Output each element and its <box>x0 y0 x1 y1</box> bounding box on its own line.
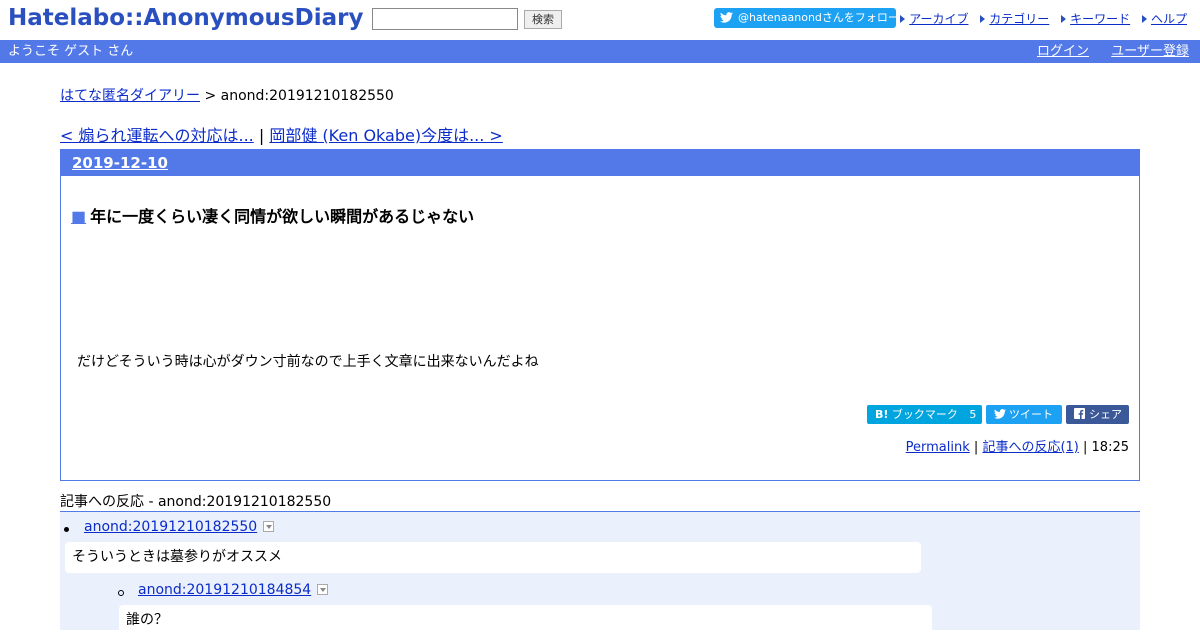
entry-meta: Permalink | 記事への反応(1) | 18:25 <box>906 436 1129 455</box>
triangle-icon <box>900 15 906 23</box>
follow-label: @hatenaanondさんをフォロー <box>738 11 899 24</box>
triangle-icon <box>980 15 986 23</box>
entry-time: 18:25 <box>1091 440 1129 455</box>
hatena-bookmark-count: 5 <box>969 408 977 421</box>
entry-body: だけどそういう時は心がダウン寸前なので上手く文章に出来ないんだよね <box>77 354 539 370</box>
register-link[interactable]: ユーザー登録 <box>1111 40 1189 63</box>
breadcrumb-home-link[interactable]: はてな匿名ダイアリー <box>60 88 200 104</box>
article-box: 2019-12-10 ■ 年に一度くらい凄く同情が欲しい瞬間があるじゃない だけど… <box>60 149 1140 481</box>
tweet-label: ツイート <box>1009 408 1053 421</box>
entry-navigation: < 煽られ運転への対応は... | 岡部健 (Ken Okabe)今度は... … <box>60 122 503 146</box>
category-link[interactable]: カテゴリー <box>989 12 1049 26</box>
hatena-bookmark-button[interactable]: B! ブックマーク 5 <box>867 405 982 424</box>
facebook-icon <box>1074 408 1085 419</box>
reaction-id-link[interactable]: anond:20191210184854 <box>138 582 311 598</box>
meta-separator: | <box>973 440 979 455</box>
reaction-id-link[interactable]: anond:20191210182550 <box>84 519 257 535</box>
breadcrumb: はてな匿名ダイアリー > anond:20191210182550 <box>60 85 394 105</box>
top-links: アーカイブ カテゴリー キーワード ヘルプ <box>892 10 1187 27</box>
breadcrumb-current: anond:20191210182550 <box>220 88 394 104</box>
triangle-icon <box>1141 15 1147 23</box>
facebook-share-label: シェア <box>1089 408 1122 421</box>
reactions-count-link[interactable]: 記事への反応(1) <box>982 440 1078 455</box>
hatena-bookmark-label: ブックマーク <box>891 408 958 421</box>
title-marker-link[interactable]: ■ <box>71 207 86 226</box>
reactions-heading: 記事への反応 - anond:20191210182550 <box>60 494 332 510</box>
list-bullet <box>64 527 69 532</box>
date-bar: 2019-12-10 <box>61 150 1139 176</box>
entry-title: ■ 年に一度くらい凄く同情が欲しい瞬間があるじゃない <box>71 203 474 227</box>
facebook-share-button[interactable]: シェア <box>1066 405 1129 424</box>
nav-divider: | <box>258 126 265 145</box>
triangle-icon <box>1061 15 1067 23</box>
permalink-link[interactable]: Permalink <box>906 440 970 455</box>
search-button[interactable]: 検索 <box>524 10 562 29</box>
meta-separator: | <box>1083 440 1088 455</box>
archive-link[interactable]: アーカイブ <box>909 12 968 26</box>
chevron-down-icon[interactable] <box>317 584 329 595</box>
prev-entry-link[interactable]: < 煽られ運転への対応は... <box>60 126 254 145</box>
top-bar: Hatelabo::AnonymousDiary 検索 @hatenaanond… <box>0 0 1200 40</box>
welcome-text: ようこそ ゲスト さん <box>8 44 134 59</box>
help-link[interactable]: ヘルプ <box>1151 12 1187 26</box>
tweet-button[interactable]: ツイート <box>986 405 1062 424</box>
share-buttons: B! ブックマーク 5 ツイート シェア <box>863 405 1129 425</box>
entry-date-link[interactable]: 2019-12-10 <box>72 154 168 172</box>
site-logo[interactable]: Hatelabo::AnonymousDiary <box>8 5 363 31</box>
list-bullet <box>118 590 124 596</box>
hatena-b-icon: B! <box>875 408 889 421</box>
login-link[interactable]: ログイン <box>1037 40 1089 63</box>
list-item: anond:20191210184854 <box>138 582 329 598</box>
chevron-down-icon[interactable] <box>263 521 275 532</box>
entry-title-text: 年に一度くらい凄く同情が欲しい瞬間があるじゃない <box>90 207 475 226</box>
twitter-follow-button[interactable]: @hatenaanondさんをフォロー <box>714 8 899 30</box>
twitter-bird-icon <box>994 409 1006 419</box>
twitter-bird-icon <box>720 10 734 30</box>
reaction-body: そういうときは墓参りがオススメ <box>65 542 921 573</box>
user-bar: ようこそ ゲスト さん ログイン ユーザー登録 <box>0 40 1200 63</box>
reactions-list: anond:20191210182550 そういうときは墓参りがオススメ ano… <box>60 511 1140 636</box>
breadcrumb-separator: > <box>204 88 217 104</box>
keyword-link[interactable]: キーワード <box>1070 12 1130 26</box>
reaction-body: 誰の？ <box>119 605 932 636</box>
search-input[interactable] <box>372 8 518 30</box>
list-item: anond:20191210182550 <box>84 519 275 535</box>
next-entry-link[interactable]: 岡部健 (Ken Okabe)今度は... > <box>269 126 502 145</box>
